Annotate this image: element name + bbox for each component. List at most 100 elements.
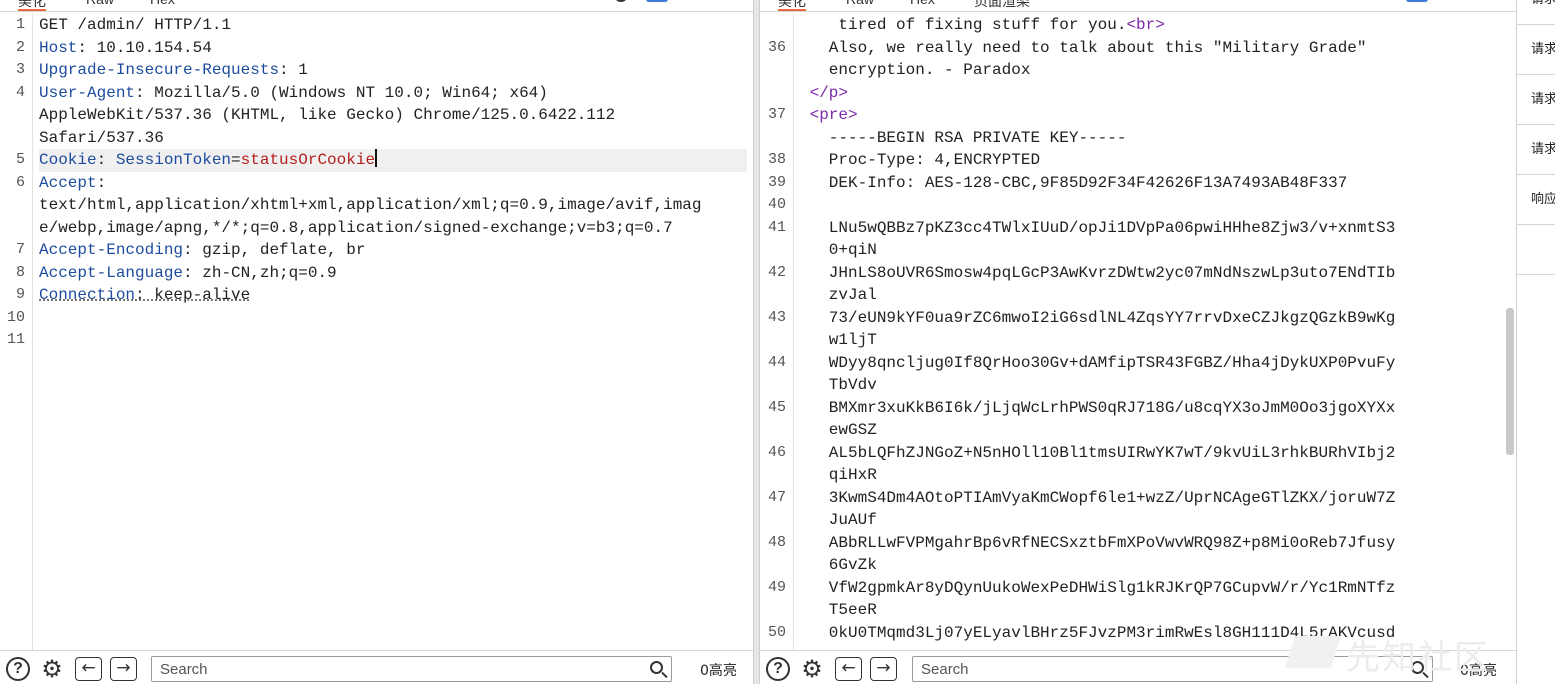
line-number: 4 bbox=[15, 83, 25, 101]
code-line: 73/eUN9kYF0ua9rZC6mwoI2iG6sdlNL4ZqsYY7rr… bbox=[800, 307, 1510, 330]
code-line: Accept: bbox=[39, 172, 747, 195]
code-line: WDyy8qncljug0If8QrHoo30Gv+dAMfipTSR43FGB… bbox=[800, 352, 1510, 375]
code-token: statusOrCookie bbox=[240, 151, 376, 169]
code-line: 0+qiN bbox=[800, 239, 1510, 262]
response-scrollbar[interactable] bbox=[1506, 308, 1514, 455]
code-token: Accept bbox=[39, 173, 97, 192]
code-token: = bbox=[231, 151, 241, 169]
help-icon[interactable]: ? bbox=[6, 657, 30, 681]
code-token: ewGSZ bbox=[800, 421, 877, 439]
request-editor[interactable]: GET /admin/ HTTP/1.1 Host: 10.10.154.54 Up… bbox=[33, 13, 753, 650]
line-number: 41 bbox=[767, 218, 786, 236]
line-number: 9 bbox=[15, 286, 25, 303]
line-number: 43 bbox=[767, 308, 786, 326]
arrow-right-icon[interactable]: → bbox=[110, 657, 137, 681]
code-token: : zh-CN,zh;q=0.9 bbox=[183, 263, 337, 282]
code-token: GET /admin/ HTTP/1.1 bbox=[39, 16, 232, 34]
help-icon[interactable]: ? bbox=[766, 657, 790, 681]
line-number: 40 bbox=[767, 196, 786, 213]
code-line: e/webp,image/apng,*/*;q=0.8,application/… bbox=[39, 217, 747, 240]
arrow-right-icon[interactable]: → bbox=[870, 657, 897, 681]
sidebar-item-request-headers[interactable]: 响应 bbox=[1517, 175, 1555, 225]
gear-icon[interactable]: ⚙ bbox=[800, 657, 824, 681]
tab-raw[interactable]: Raw bbox=[846, 0, 874, 11]
code-token: 3KwmS4Dm4AOtoPTIAmVyaKmCWopf6le1+wzZ/Upr… bbox=[800, 488, 1396, 507]
sidebar-item-request-attributes[interactable]: 请求 bbox=[1517, 0, 1555, 25]
search-icon[interactable] bbox=[650, 661, 663, 674]
code-token: -----BEGIN RSA PRIVATE KEY----- bbox=[800, 128, 1127, 147]
code-line: GET /admin/ HTTP/1.1 bbox=[39, 14, 747, 37]
line-number: 36 bbox=[767, 38, 786, 56]
inspector-toggle-button[interactable] bbox=[1406, 0, 1428, 2]
code-line: zvJal bbox=[800, 284, 1510, 307]
arrow-left-icon[interactable]: ← bbox=[75, 657, 102, 681]
sidebar-item-request-body[interactable]: 请求 bbox=[1517, 75, 1555, 125]
code-token: Proc-Type: 4,ENCRYPTED bbox=[800, 151, 1041, 169]
code-line: Cookie: SessionToken=statusOrCookie bbox=[39, 149, 747, 172]
code-token: <pre> bbox=[800, 106, 858, 124]
sidebar-item-request-query[interactable]: 请求 bbox=[1517, 25, 1555, 75]
response-editor[interactable]: tired of fixing stuff for you.<br> Also,… bbox=[794, 13, 1516, 650]
line-number: 11 bbox=[6, 331, 25, 348]
code-token: qiHxR bbox=[800, 466, 877, 484]
code-token: encryption. - Paradox bbox=[800, 61, 1031, 79]
tab-pretty[interactable]: 美化 bbox=[778, 0, 806, 11]
code-line: ABbRLLwFVPMgahrBp6vRfNECSxztbFmXPoVwvWRQ… bbox=[800, 532, 1510, 555]
line-number: 44 bbox=[767, 353, 786, 371]
code-line: encryption. - Paradox bbox=[800, 59, 1510, 82]
request-line-gutter: 1 2 3 4 5 6 7 8 9 10 11 bbox=[0, 13, 33, 650]
code-line: Accept-Encoding: gzip, deflate, br bbox=[39, 239, 747, 262]
response-tabbar: 美化 Raw Hex 页面渲染 bbox=[760, 0, 1516, 12]
code-token: Upgrade-Insecure-Requests bbox=[39, 61, 280, 79]
line-number: 37 bbox=[767, 106, 786, 123]
request-bottom-bar: ? ⚙ ← → 0高亮 bbox=[0, 650, 753, 684]
code-token: 73/eUN9kYF0ua9rZC6mwoI2iG6sdlNL4ZqsYY7rr… bbox=[800, 308, 1396, 327]
line-number: 42 bbox=[767, 263, 786, 281]
code-token: e/webp,image/apng,*/*;q=0.8,application/… bbox=[39, 218, 673, 237]
request-tabbar: 美化 Raw Hex bbox=[0, 0, 753, 12]
code-token: T5eeR bbox=[800, 601, 877, 619]
code-token: tired of fixing stuff for you. bbox=[800, 16, 1127, 34]
code-token: : Mozilla/5.0 (Windows NT 10.0; Win64; x… bbox=[135, 83, 548, 102]
pane-splitter[interactable] bbox=[753, 0, 760, 684]
line-number: 5 bbox=[15, 151, 25, 168]
tab-pretty[interactable]: 美化 bbox=[18, 0, 46, 11]
code-line: User-Agent: Mozilla/5.0 (Windows NT 10.0… bbox=[39, 82, 747, 105]
arrow-left-icon[interactable]: ← bbox=[835, 657, 862, 681]
tab-hex[interactable]: Hex bbox=[150, 0, 175, 11]
sidebar-item-request-cookies[interactable]: 请求 bbox=[1517, 125, 1555, 175]
code-token: TbVdv bbox=[800, 376, 877, 394]
tab-render[interactable]: 页面渲染 bbox=[974, 0, 1030, 11]
response-line-gutter: 36 37 38 39 40 41 42 43 44 45 46 47 48 49 50 bbox=[760, 13, 794, 650]
search-icon[interactable] bbox=[614, 0, 628, 2]
code-line: text/html,application/xhtml+xml,applicat… bbox=[39, 194, 747, 217]
code-line: Host: 10.10.154.54 bbox=[39, 37, 747, 60]
code-token: text/html,application/xhtml+xml,applicat… bbox=[39, 196, 702, 214]
code-line: Also, we really need to talk about this … bbox=[800, 37, 1510, 60]
code-token: DEK-Info: AES-128-CBC,9F85D92F34F42626F1… bbox=[800, 173, 1348, 192]
request-pane: 美化 Raw Hex 1 2 3 4 5 6 7 8 9 10 11 GET /admin/ HTT… bbox=[0, 0, 753, 684]
code-line: -----BEGIN RSA PRIVATE KEY----- bbox=[800, 127, 1510, 150]
code-token: Host bbox=[39, 38, 78, 57]
code-token: 0+qiN bbox=[800, 241, 877, 259]
code-line: 3KwmS4Dm4AOtoPTIAmVyaKmCWopf6le1+wzZ/Upr… bbox=[800, 487, 1510, 510]
code-line: DEK-Info: AES-128-CBC,9F85D92F34F42626F1… bbox=[800, 172, 1510, 195]
code-token: AL5bLQFhZJNGoZ+N5nHOll10Bl1tmsUIRwYK7wT/… bbox=[800, 443, 1396, 462]
sidebar-item-response-headers[interactable] bbox=[1517, 225, 1555, 275]
request-search-box bbox=[151, 656, 672, 682]
code-token: ABbRLLwFVPMgahrBp6vRfNECSxztbFmXPoVwvWRQ… bbox=[800, 533, 1396, 552]
tab-hex[interactable]: Hex bbox=[910, 0, 935, 11]
code-token: AppleWebKit/537.36 (KHTML, like Gecko) C… bbox=[39, 106, 616, 124]
inspector-toggle-button[interactable] bbox=[646, 0, 668, 2]
code-token: WDyy8qncljug0If8QrHoo30Gv+dAMfipTSR43FGB… bbox=[800, 353, 1396, 372]
gear-icon[interactable]: ⚙ bbox=[40, 657, 64, 681]
tab-raw[interactable]: Raw bbox=[86, 0, 114, 11]
code-token: : gzip, deflate, br bbox=[183, 241, 366, 259]
code-token: Connection bbox=[39, 286, 136, 304]
request-search-input[interactable] bbox=[160, 659, 641, 679]
code-token: BMXmr3xuKkB6I6k/jLjqWcLrhPWS0qRJ718G/u8c… bbox=[800, 398, 1396, 417]
line-number: 10 bbox=[6, 308, 25, 326]
code-line: AL5bLQFhZJNGoZ+N5nHOll10Bl1tmsUIRwYK7wT/… bbox=[800, 442, 1510, 465]
code-line: TbVdv bbox=[800, 374, 1510, 397]
line-number: 2 bbox=[15, 38, 25, 56]
